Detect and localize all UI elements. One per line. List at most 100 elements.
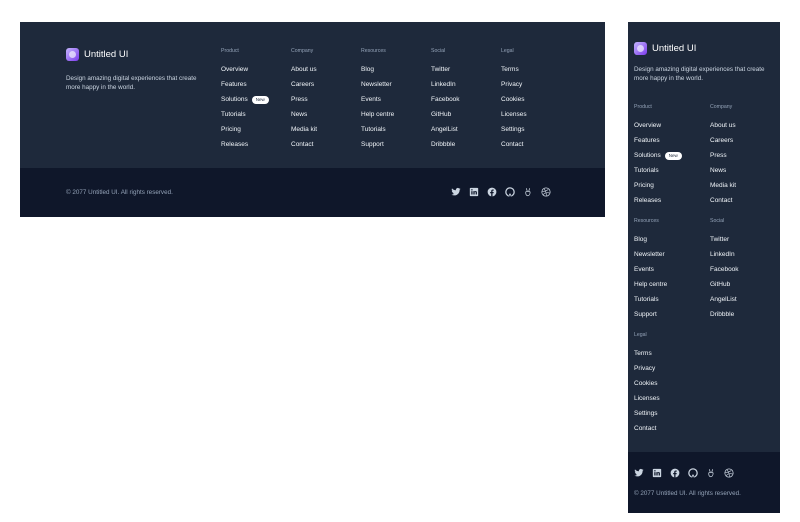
- column-heading: Product: [221, 48, 239, 54]
- dribbble-icon[interactable]: [541, 187, 551, 197]
- footer-link-github[interactable]: GitHub: [710, 280, 739, 295]
- link-label: Terms: [634, 350, 652, 357]
- footer-link-contact[interactable]: Contact: [501, 140, 527, 155]
- footer-link-tutorials[interactable]: Tutorials: [221, 110, 269, 125]
- link-label: About us: [291, 66, 317, 73]
- footer-column-product: Product Overview Features Solutions New T…: [221, 48, 269, 155]
- footer-link-support[interactable]: Support: [361, 140, 394, 155]
- link-label: Tutorials: [221, 111, 246, 118]
- footer-link-solutions[interactable]: Solutions New: [634, 151, 682, 166]
- footer-link-press[interactable]: Press: [291, 95, 317, 110]
- angellist-icon[interactable]: [706, 468, 716, 478]
- column-heading: Legal: [634, 332, 647, 338]
- brand[interactable]: Untitled UI: [66, 48, 128, 61]
- link-label: Dribbble: [710, 311, 735, 318]
- footer-link-releases[interactable]: Releases: [634, 196, 682, 211]
- link-label: Help centre: [361, 111, 395, 118]
- linkedin-icon[interactable]: [652, 468, 662, 478]
- brand[interactable]: Untitled UI: [634, 42, 696, 55]
- footer-link-about-us[interactable]: About us: [710, 121, 736, 136]
- footer-link-blog[interactable]: Blog: [634, 235, 667, 250]
- footer-link-tutorials[interactable]: Tutorials: [634, 295, 667, 310]
- footer-link-pricing[interactable]: Pricing: [221, 125, 269, 140]
- footer-desktop-bottom: © 2077 Untitled UI. All rights reserved.: [20, 168, 605, 217]
- link-label: LinkedIn: [710, 251, 735, 258]
- footer-link-careers[interactable]: Careers: [710, 136, 736, 151]
- dribbble-icon[interactable]: [724, 468, 734, 478]
- footer-link-contact[interactable]: Contact: [291, 140, 317, 155]
- link-label: Facebook: [710, 266, 739, 273]
- footer-link-terms[interactable]: Terms: [634, 349, 660, 364]
- link-label: Events: [634, 266, 654, 273]
- github-icon[interactable]: [688, 468, 698, 478]
- footer-link-media-kit[interactable]: Media kit: [291, 125, 317, 140]
- facebook-icon[interactable]: [487, 187, 497, 197]
- link-label: Features: [221, 81, 247, 88]
- twitter-icon[interactable]: [451, 187, 461, 197]
- footer-link-pricing[interactable]: Pricing: [634, 181, 682, 196]
- footer-link-overview[interactable]: Overview: [221, 65, 269, 80]
- copyright-text: © 2077 Untitled UI. All rights reserved.: [634, 490, 741, 497]
- column-heading: Social: [710, 218, 725, 224]
- footer-link-newsletter[interactable]: Newsletter: [361, 80, 394, 95]
- link-label: Contact: [291, 141, 314, 148]
- link-label: Contact: [501, 141, 524, 148]
- footer-link-media-kit[interactable]: Media kit: [710, 181, 736, 196]
- footer-link-cookies[interactable]: Cookies: [634, 379, 660, 394]
- footer-link-features[interactable]: Features: [221, 80, 269, 95]
- footer-link-cookies[interactable]: Cookies: [501, 95, 527, 110]
- footer-link-angellist[interactable]: AngelList: [431, 125, 460, 140]
- link-label: Features: [634, 137, 660, 144]
- link-label: Twitter: [431, 66, 451, 73]
- angellist-icon[interactable]: [523, 187, 533, 197]
- footer-link-releases[interactable]: Releases: [221, 140, 269, 155]
- brand-tagline: Design amazing digital experiences that …: [66, 75, 197, 91]
- footer-link-dribbble[interactable]: Dribbble: [710, 310, 739, 325]
- footer-link-github[interactable]: GitHub: [431, 110, 460, 125]
- link-label: Help centre: [634, 281, 668, 288]
- footer-link-contact[interactable]: Contact: [710, 196, 736, 211]
- footer-link-tutorials[interactable]: Tutorials: [634, 166, 682, 181]
- footer-link-solutions[interactable]: Solutions New: [221, 95, 269, 110]
- footer-link-help-centre[interactable]: Help centre: [361, 110, 394, 125]
- footer-link-about-us[interactable]: About us: [291, 65, 317, 80]
- twitter-icon[interactable]: [634, 468, 644, 478]
- footer-link-tutorials[interactable]: Tutorials: [361, 125, 394, 140]
- column-heading: Social: [431, 48, 446, 54]
- footer-link-facebook[interactable]: Facebook: [431, 95, 460, 110]
- footer-link-linkedin[interactable]: LinkedIn: [710, 250, 739, 265]
- footer-link-settings[interactable]: Settings: [634, 409, 660, 424]
- footer-link-privacy[interactable]: Privacy: [634, 364, 660, 379]
- footer-link-dribbble[interactable]: Dribbble: [431, 140, 460, 155]
- footer-link-contact[interactable]: Contact: [634, 424, 660, 439]
- footer-link-careers[interactable]: Careers: [291, 80, 317, 95]
- footer-link-angellist[interactable]: AngelList: [710, 295, 739, 310]
- link-label: Support: [361, 141, 384, 148]
- footer-link-privacy[interactable]: Privacy: [501, 80, 527, 95]
- footer-link-linkedin[interactable]: LinkedIn: [431, 80, 460, 95]
- footer-link-terms[interactable]: Terms: [501, 65, 527, 80]
- footer-link-blog[interactable]: Blog: [361, 65, 394, 80]
- footer-link-help-centre[interactable]: Help centre: [634, 280, 667, 295]
- footer-link-events[interactable]: Events: [361, 95, 394, 110]
- footer-link-licenses[interactable]: Licenses: [501, 110, 527, 125]
- github-icon[interactable]: [505, 187, 515, 197]
- footer-link-newsletter[interactable]: Newsletter: [634, 250, 667, 265]
- footer-link-twitter[interactable]: Twitter: [710, 235, 739, 250]
- footer-link-facebook[interactable]: Facebook: [710, 265, 739, 280]
- footer-link-licenses[interactable]: Licenses: [634, 394, 660, 409]
- footer-link-events[interactable]: Events: [634, 265, 667, 280]
- footer-link-features[interactable]: Features: [634, 136, 682, 151]
- footer-link-settings[interactable]: Settings: [501, 125, 527, 140]
- footer-link-support[interactable]: Support: [634, 310, 667, 325]
- footer-desktop-top: Untitled UI Design amazing digital exper…: [20, 22, 605, 168]
- footer-link-overview[interactable]: Overview: [634, 121, 682, 136]
- column-heading: Product: [634, 104, 652, 110]
- footer-column-product: Product Overview Features Solutions New T…: [634, 104, 682, 211]
- linkedin-icon[interactable]: [469, 187, 479, 197]
- footer-link-news[interactable]: News: [291, 110, 317, 125]
- footer-link-twitter[interactable]: Twitter: [431, 65, 460, 80]
- footer-link-press[interactable]: Press: [710, 151, 736, 166]
- facebook-icon[interactable]: [670, 468, 680, 478]
- footer-link-news[interactable]: News: [710, 166, 736, 181]
